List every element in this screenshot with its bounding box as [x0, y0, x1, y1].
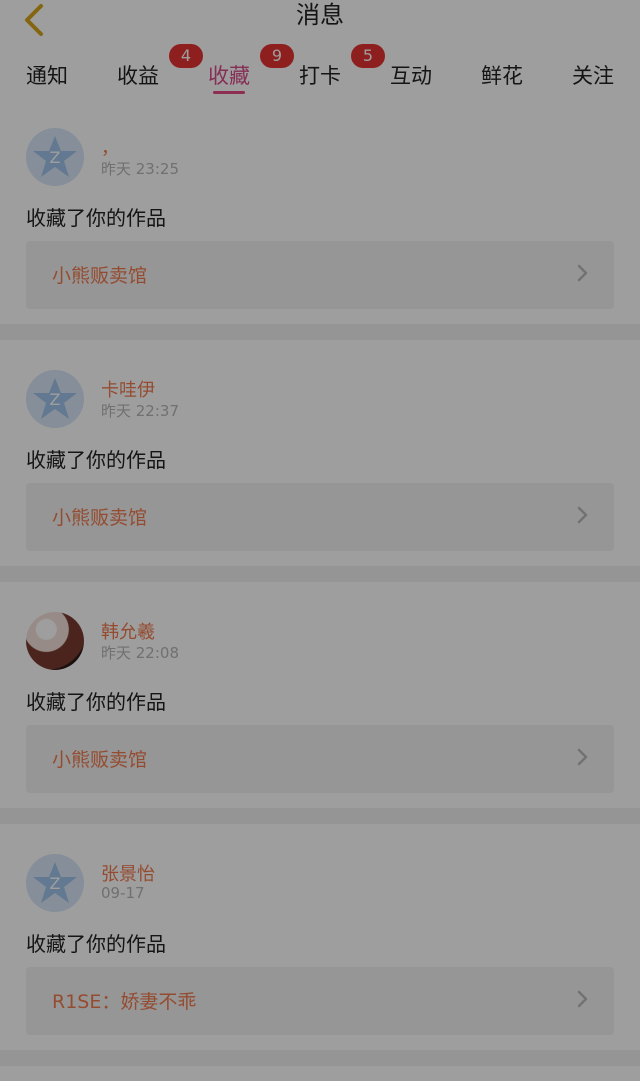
timestamp: 09-17: [101, 884, 145, 902]
tab-interaction[interactable]: 互动: [390, 52, 432, 98]
chevron-right-icon: [577, 990, 588, 1008]
tab-follow[interactable]: 关注: [572, 52, 614, 98]
notification-card[interactable]: Z 张景怡 09-17 收藏了你的作品 R1SE：娇妻不乖: [0, 824, 640, 1050]
active-tab-indicator: [213, 91, 245, 94]
tab-badge: 5: [351, 44, 385, 68]
tab-label: 收益: [117, 64, 159, 88]
tab-label: 关注: [572, 64, 614, 88]
tab-label: 通知: [26, 64, 68, 88]
work-link[interactable]: R1SE：娇妻不乖: [26, 967, 614, 1035]
star-icon: Z: [26, 854, 84, 912]
timestamp: 昨天 23:25: [101, 160, 179, 178]
tab-badge: 9: [260, 44, 294, 68]
divider: [0, 1050, 640, 1066]
work-link[interactable]: 小熊贩卖馆: [26, 725, 614, 793]
notification-list: Z ， 昨天 23:25 收藏了你的作品 小熊贩卖馆 Z 卡哇伊 昨天 22:3…: [0, 98, 640, 1066]
user-photo-avatar[interactable]: [26, 612, 84, 670]
tab-notifications[interactable]: 通知: [26, 52, 68, 98]
divider: [0, 324, 640, 340]
star-icon: Z: [26, 370, 84, 428]
tab-favorites[interactable]: 收藏 9: [208, 44, 294, 98]
chevron-right-icon: [577, 264, 588, 282]
divider: [0, 808, 640, 824]
action-text: 收藏了你的作品: [26, 206, 166, 230]
action-text: 收藏了你的作品: [26, 932, 166, 956]
work-title: 小熊贩卖馆: [52, 749, 148, 771]
svg-text:Z: Z: [50, 390, 61, 409]
top-header: 消息: [0, 0, 640, 53]
message-tabs: 通知 收益 4 收藏 9 打卡 5 互动 鲜花 关注: [0, 44, 640, 98]
divider: [0, 566, 640, 582]
tab-flowers[interactable]: 鲜花: [481, 52, 523, 98]
action-text: 收藏了你的作品: [26, 448, 166, 472]
action-text: 收藏了你的作品: [26, 690, 166, 714]
tab-checkin[interactable]: 打卡 5: [299, 44, 385, 98]
notification-card[interactable]: Z 卡哇伊 昨天 22:37 收藏了你的作品 小熊贩卖馆: [0, 340, 640, 566]
work-title: 小熊贩卖馆: [52, 265, 148, 287]
tab-label: 打卡: [299, 64, 341, 88]
default-avatar-icon[interactable]: Z: [26, 854, 84, 912]
messages-screen: 消息 通知 收益 4 收藏 9 打卡 5 互动 鲜花 关注 Z ， 昨天 23:…: [0, 0, 640, 1081]
user-name[interactable]: 张景怡: [101, 860, 155, 886]
user-name[interactable]: 卡哇伊: [101, 376, 155, 402]
timestamp: 昨天 22:08: [101, 644, 179, 662]
notification-card[interactable]: 韩允羲 昨天 22:08 收藏了你的作品 小熊贩卖馆: [0, 582, 640, 808]
star-icon: Z: [26, 128, 84, 186]
default-avatar-icon[interactable]: Z: [26, 128, 84, 186]
tab-label: 收藏: [208, 64, 250, 88]
page-title: 消息: [296, 1, 344, 29]
notification-card[interactable]: Z ， 昨天 23:25 收藏了你的作品 小熊贩卖馆: [0, 98, 640, 324]
tab-earnings[interactable]: 收益 4: [117, 44, 203, 98]
chevron-right-icon: [577, 748, 588, 766]
user-name[interactable]: ，: [101, 134, 119, 160]
user-name[interactable]: 韩允羲: [101, 618, 155, 644]
tab-badge: 4: [169, 44, 203, 68]
work-link[interactable]: 小熊贩卖馆: [26, 241, 614, 309]
work-title: 小熊贩卖馆: [52, 507, 148, 529]
svg-text:Z: Z: [50, 148, 61, 167]
svg-text:Z: Z: [50, 874, 61, 893]
default-avatar-icon[interactable]: Z: [26, 370, 84, 428]
timestamp: 昨天 22:37: [101, 402, 179, 420]
tab-label: 鲜花: [481, 64, 523, 88]
work-link[interactable]: 小熊贩卖馆: [26, 483, 614, 551]
chevron-right-icon: [577, 506, 588, 524]
tab-label: 互动: [390, 64, 432, 88]
work-title: R1SE：娇妻不乖: [52, 991, 197, 1013]
